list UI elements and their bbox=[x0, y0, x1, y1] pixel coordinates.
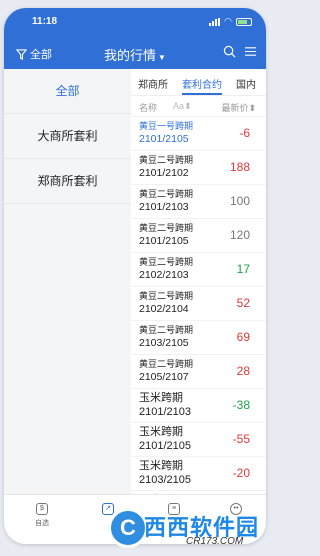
contract-name: 玉米跨期 2103/2105 bbox=[139, 459, 191, 487]
contract-title: 玉米跨期 bbox=[139, 426, 183, 438]
table-row[interactable]: 黄豆二号跨期 2102/2103 17 bbox=[131, 253, 266, 287]
contract-code: 2102/2104 bbox=[139, 303, 189, 315]
tab-watchlist[interactable]: $ 自选 bbox=[22, 503, 62, 528]
last-price: 52 bbox=[236, 296, 250, 310]
contract-title: 黄豆一号跨期 bbox=[139, 121, 194, 131]
table-row[interactable]: 黄豆二号跨期 2105/2107 28 bbox=[131, 355, 266, 389]
table-row[interactable]: 黄豆二号跨期 2101/2105 120 bbox=[131, 219, 266, 253]
column-name: 名称 bbox=[139, 103, 158, 113]
contract-name: 黄豆二号跨期 2105/2107 bbox=[139, 358, 193, 384]
search-icon[interactable] bbox=[223, 45, 236, 61]
last-price: 17 bbox=[236, 262, 250, 276]
sidebar-item-all[interactable]: 全部 bbox=[4, 69, 131, 114]
contract-code: 2101/2103 bbox=[139, 201, 189, 213]
contract-code: 2101/2103 bbox=[139, 406, 191, 418]
contract-code: 2101/2102 bbox=[139, 167, 189, 179]
contract-name: 黄豆二号跨期 2102/2104 bbox=[139, 290, 193, 316]
last-price: 100 bbox=[229, 194, 250, 208]
contract-name: 黄豆一号跨期 2101/2105 bbox=[139, 120, 193, 146]
contract-title: 黄豆二号跨期 bbox=[139, 257, 194, 267]
contract-name: 玉米跨期 2101/2105 bbox=[139, 425, 191, 453]
caret-down-icon: ▼ bbox=[158, 53, 166, 62]
table-row[interactable]: 黄豆二号跨期 2101/2103 100 bbox=[131, 185, 266, 219]
watermark-c-icon: C bbox=[108, 508, 148, 548]
tab-czce[interactable]: 郑商所 bbox=[131, 69, 175, 95]
watermark-logo: C 西西软件园 CR173.COM bbox=[108, 506, 274, 550]
contract-title: 黄豆二号跨期 bbox=[139, 155, 194, 165]
table-row[interactable]: 黄豆二号跨期 2102/2104 52 bbox=[131, 287, 266, 321]
contract-name: 黄豆二号跨期 2103/2105 bbox=[139, 324, 193, 350]
contract-code: 2102/2103 bbox=[139, 269, 189, 281]
last-price: 188 bbox=[229, 160, 250, 174]
table-row[interactable]: 黄豆二号跨期 2101/2102 188 bbox=[131, 151, 266, 185]
wifi-icon: ◠ bbox=[224, 16, 232, 26]
contract-code: 2105/2107 bbox=[139, 371, 189, 383]
signal-icon bbox=[209, 17, 221, 26]
battery-icon bbox=[236, 17, 252, 26]
watermark-url: CR173.COM bbox=[186, 536, 244, 547]
column-header: 名称 Aa⬍ 最新价⬍ bbox=[131, 96, 266, 117]
contract-title: 黄豆二号跨期 bbox=[139, 189, 194, 199]
table-row[interactable]: 玉米跨期 2101/2103 -38 bbox=[131, 389, 266, 423]
shield-icon: $ bbox=[36, 503, 48, 515]
contract-name: 黄豆二号跨期 2101/2102 bbox=[139, 154, 193, 180]
quote-list: 郑商所 套利合约 国内 名称 Aa⬍ 最新价⬍ 黄豆一号跨期 2101/2105 -… bbox=[131, 69, 266, 494]
contract-code: 2103/2105 bbox=[139, 337, 189, 349]
last-price: -38 bbox=[232, 398, 250, 412]
contract-code: 2101/2105 bbox=[139, 235, 189, 247]
last-price: 120 bbox=[229, 228, 250, 242]
status-bar: 11:18 ◠ bbox=[4, 8, 266, 34]
contract-code: 2101/2105 bbox=[139, 440, 191, 452]
sort-alpha-button[interactable]: Aa⬍ bbox=[173, 101, 192, 112]
contract-name: 黄豆二号跨期 2101/2105 bbox=[139, 222, 193, 248]
table-row[interactable]: 玉米跨期 2101/2105 -55 bbox=[131, 423, 266, 457]
phone-screen: 11:18 ◠ 全部 我的行情 ▼ 全部 大商所套利 郑商所套利 郑商所 套利合… bbox=[4, 8, 266, 544]
column-last-price[interactable]: 最新价⬍ bbox=[221, 101, 256, 114]
contract-title: 玉米跨期 bbox=[139, 460, 183, 472]
exchange-tabs: 郑商所 套利合约 国内 bbox=[131, 69, 266, 96]
table-row[interactable]: 玉米跨期 2103/2105 -20 bbox=[131, 457, 266, 491]
edit-list-icon[interactable] bbox=[244, 45, 257, 61]
app-header: 11:18 ◠ 全部 我的行情 ▼ bbox=[4, 8, 266, 69]
status-time: 11:18 bbox=[32, 16, 58, 27]
quote-rows: 黄豆一号跨期 2101/2105 -6 黄豆二号跨期 2101/2102 188 黄豆二号跨… bbox=[131, 117, 266, 494]
sidebar-item-dce-arbitrage[interactable]: 大商所套利 bbox=[4, 114, 131, 159]
contract-name: 黄豆二号跨期 2101/2103 bbox=[139, 188, 193, 214]
last-price: -6 bbox=[239, 126, 250, 140]
contract-title: 黄豆二号跨期 bbox=[139, 223, 194, 233]
tab-arbitrage-contracts[interactable]: 套利合约 bbox=[175, 69, 229, 95]
contract-name: 玉米跨期 2101/2103 bbox=[139, 391, 191, 419]
contract-title: 黄豆二号跨期 bbox=[139, 325, 194, 335]
contract-title: 黄豆二号跨期 bbox=[139, 359, 194, 369]
last-price: 69 bbox=[236, 330, 250, 344]
contract-code: 2101/2105 bbox=[139, 133, 189, 145]
contract-name: 黄豆二号跨期 2102/2103 bbox=[139, 256, 193, 282]
contract-title: 玉米跨期 bbox=[139, 392, 183, 404]
last-price: -20 bbox=[232, 466, 250, 480]
tab-watchlist-label: 自选 bbox=[35, 520, 49, 527]
table-row[interactable]: 黄豆二号跨期 2103/2105 69 bbox=[131, 321, 266, 355]
status-icons: ◠ bbox=[209, 16, 252, 27]
category-sidebar: 全部 大商所套利 郑商所套利 bbox=[4, 69, 131, 494]
contract-code: 2103/2105 bbox=[139, 474, 191, 486]
nav-bar: 全部 我的行情 ▼ bbox=[4, 42, 266, 66]
last-price: -55 bbox=[232, 432, 250, 446]
contract-title: 黄豆二号跨期 bbox=[139, 291, 194, 301]
sidebar-item-czce-arbitrage[interactable]: 郑商所套利 bbox=[4, 159, 131, 204]
table-row[interactable]: 黄豆一号跨期 2101/2105 -6 bbox=[131, 117, 266, 151]
page-title-text: 我的行情 bbox=[104, 48, 157, 63]
tab-domestic[interactable]: 国内 bbox=[229, 69, 263, 95]
last-price: 28 bbox=[236, 364, 250, 378]
